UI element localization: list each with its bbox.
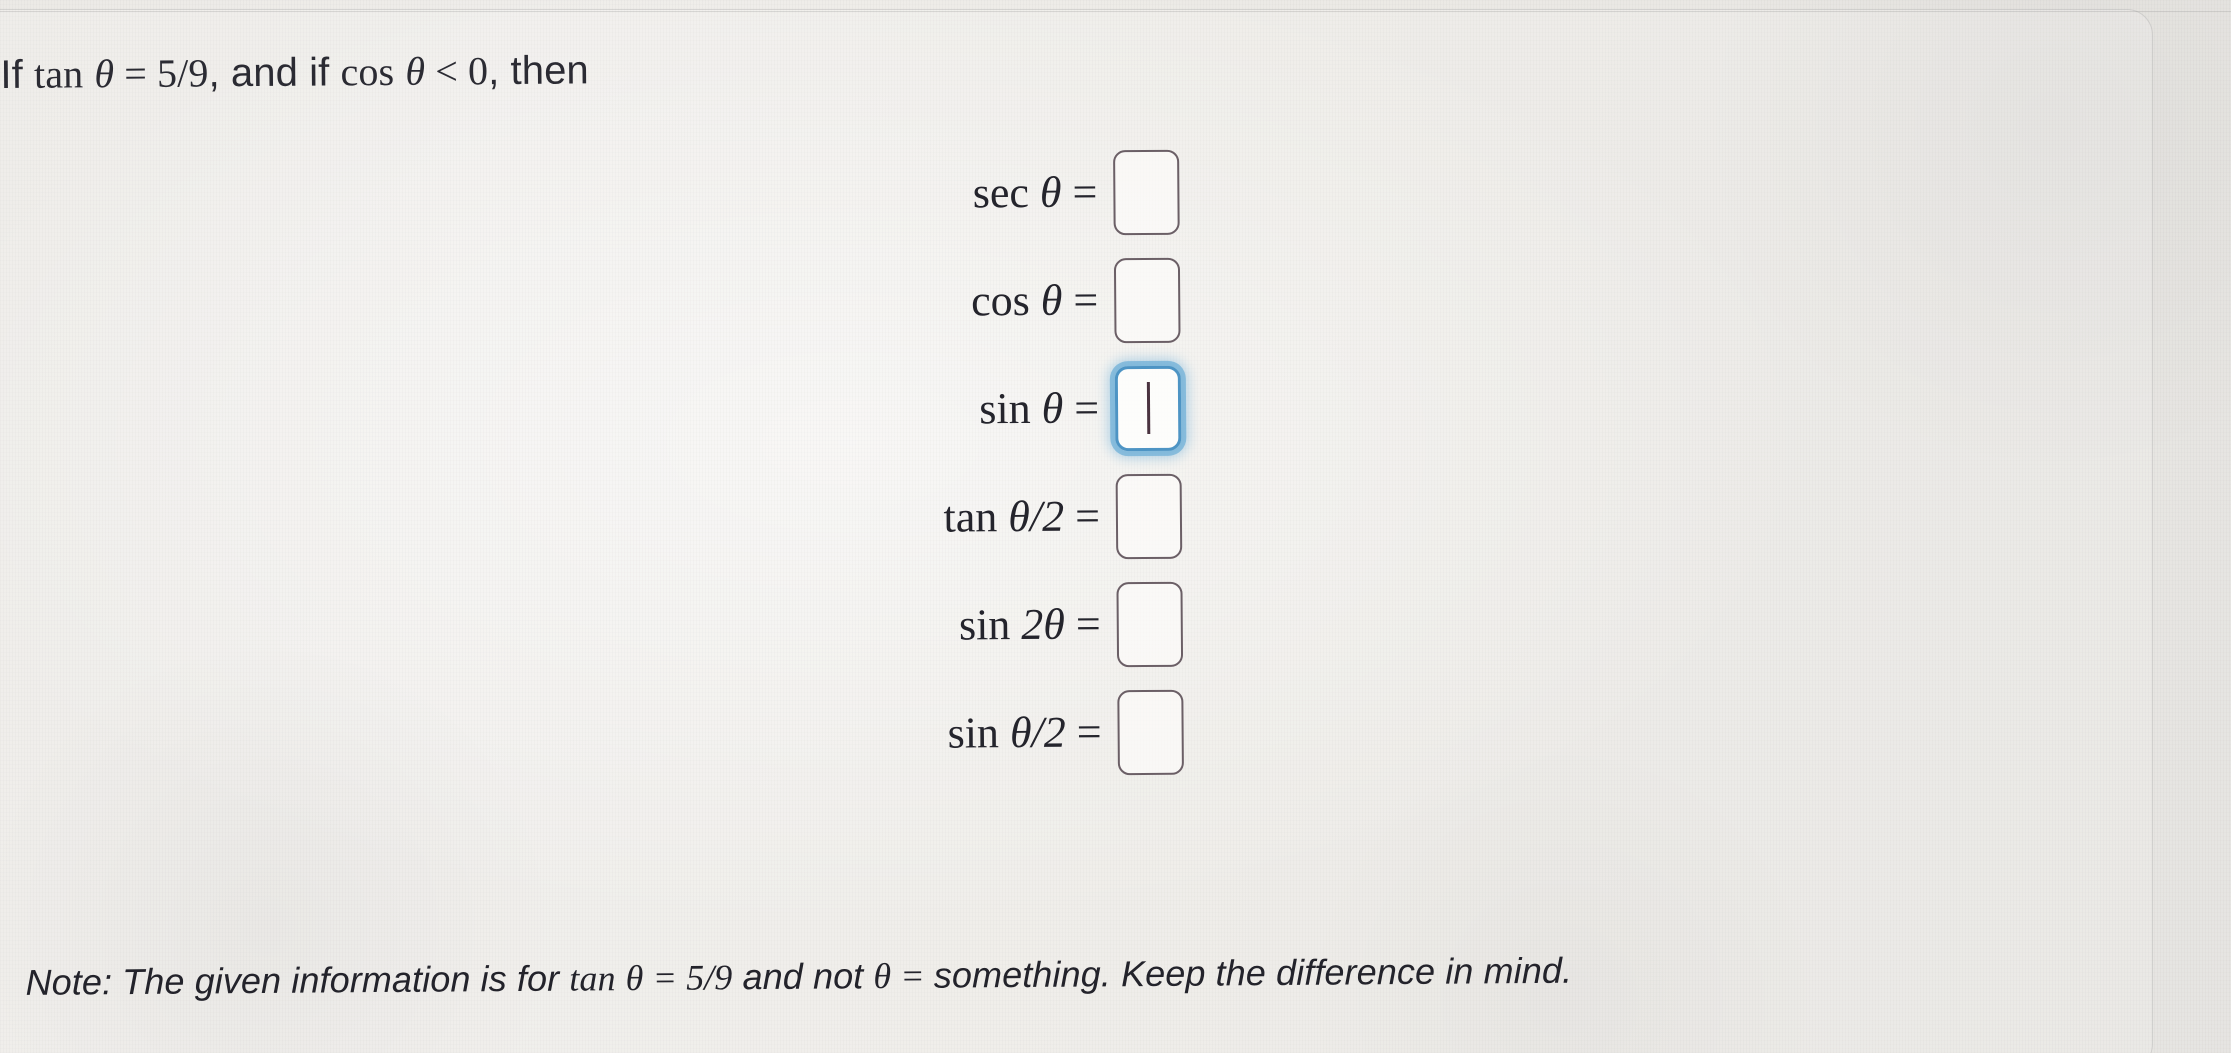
answer-input-sin-theta-over-2[interactable] [1117, 689, 1184, 775]
prompt-value: 5/9 [156, 50, 209, 96]
prompt-equals-1: = [114, 50, 158, 97]
fn-name: sin [947, 708, 1000, 758]
note-theta-1: θ [625, 957, 644, 999]
note-tan-fn: tan [569, 958, 616, 999]
fn-arg: θ [1041, 383, 1064, 433]
equation-row-sec-theta: sec θ = [0, 137, 1258, 255]
prompt-cos-fn: cos [340, 48, 395, 95]
problem-prompt: If tan θ = 5/9, and if cos θ < 0, then [0, 46, 589, 98]
problem-content: If tan θ = 5/9, and if cos θ < 0, then s… [0, 0, 2231, 1053]
prompt-prefix: If [0, 52, 35, 97]
note-value: 5/9 [685, 957, 733, 998]
fn-arg: θ/2 [1009, 707, 1066, 758]
answer-input-sin-theta[interactable] [1114, 365, 1182, 451]
equation-row-cos-theta: cos θ = [0, 245, 1259, 363]
equation-label-cos-theta: cos θ = [970, 275, 1099, 326]
equation-row-tan-theta-over-2: tan θ/2 = [0, 461, 1260, 579]
answer-input-tan-theta-over-2[interactable] [1115, 473, 1183, 559]
prompt-inequality: < 0 [424, 48, 489, 94]
equation-label-tan-theta-over-2: tan θ/2 = [943, 491, 1101, 542]
fn-name: sin [958, 600, 1011, 650]
prompt-theta-1: θ [94, 51, 115, 97]
equation-label-sin-theta: sin θ = [979, 383, 1100, 434]
note-middle: and not [732, 955, 874, 998]
fn-arg: θ [1040, 275, 1063, 325]
fn-name: sec [972, 167, 1030, 218]
equation-label-sin-theta-over-2: sin θ/2 = [947, 707, 1102, 758]
equation-row-sin-theta-over-2: sin θ/2 = [1, 677, 1262, 795]
fn-name: cos [970, 275, 1030, 326]
note-word: something [933, 953, 1101, 996]
equals-sign: = [1074, 491, 1101, 541]
prompt-suffix: , then [487, 48, 589, 94]
note-equals-2: = [891, 955, 934, 997]
equation-list: sec θ = cos θ = sin θ = tan θ/2 = sin 2θ… [0, 137, 1262, 795]
equation-label-sin-2theta: sin 2θ = [958, 599, 1101, 650]
equals-sign: = [1073, 275, 1099, 325]
equation-row-sin-2theta: sin 2θ = [0, 569, 1261, 687]
fn-name: tan [943, 492, 998, 542]
prompt-middle: , and if [208, 50, 341, 96]
fn-arg: θ/2 [1008, 491, 1065, 542]
note-prefix: Note: The given information is for [25, 957, 570, 1003]
answer-input-sec-theta[interactable] [1113, 149, 1180, 235]
note-equals-1: = [643, 957, 687, 998]
prompt-theta-2: θ [405, 48, 426, 94]
equals-sign: = [1075, 599, 1101, 649]
equals-sign: = [1074, 383, 1100, 433]
fn-name: sin [979, 383, 1031, 434]
text-cursor [1146, 381, 1151, 435]
fn-arg: 2θ [1021, 599, 1066, 649]
hint-note: Note: The given information is for tan θ… [25, 950, 1572, 1004]
equation-row-sin-theta: sin θ = [0, 353, 1259, 471]
answer-input-cos-theta[interactable] [1113, 257, 1181, 343]
answer-input-sin-2theta[interactable] [1116, 581, 1184, 667]
equals-sign: = [1072, 167, 1098, 217]
equation-label-sec-theta: sec θ = [972, 167, 1098, 218]
equals-sign: = [1076, 707, 1102, 757]
prompt-tan-fn: tan [33, 51, 84, 97]
note-suffix: . Keep the difference in mind. [1100, 949, 1573, 995]
note-theta-2: θ [873, 956, 892, 997]
fn-arg: θ [1039, 167, 1062, 217]
